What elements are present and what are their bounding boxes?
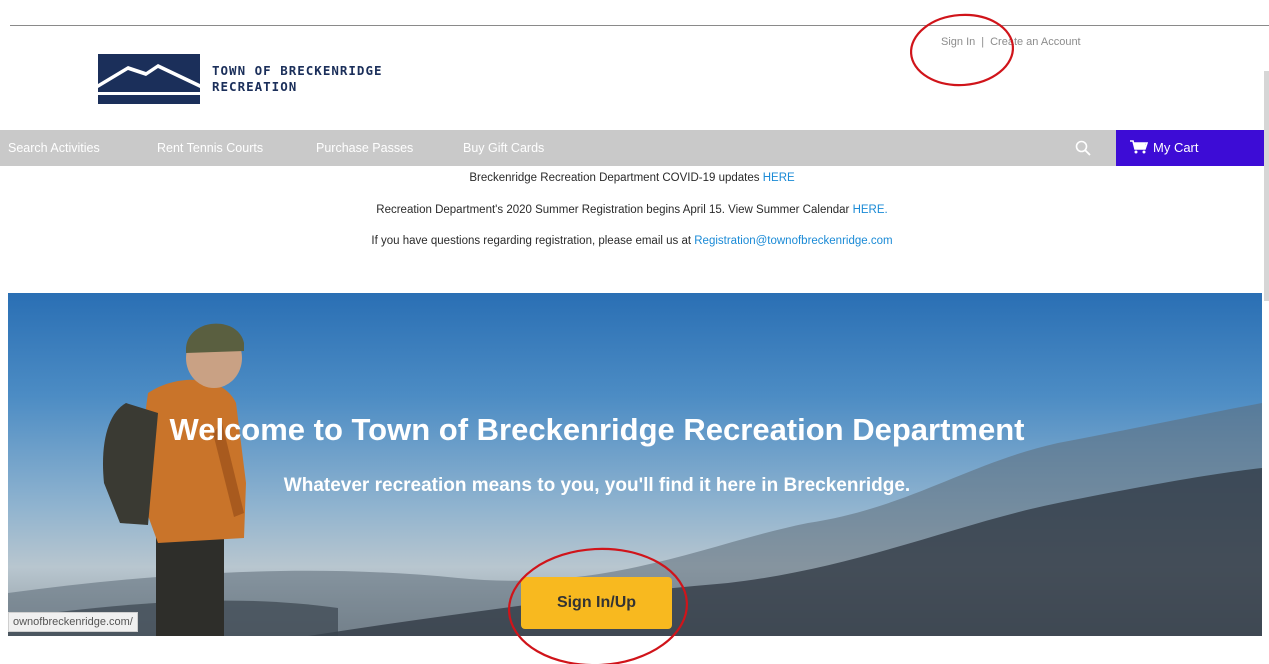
auth-separator: | [981,36,985,48]
brand-line-2: RECREATION [212,79,298,94]
nav-rent-tennis-courts[interactable]: Rent Tennis Courts [157,130,263,166]
hero-title: Welcome to Town of Breckenridge Recreati… [169,412,1025,447]
sign-in-up-button[interactable]: Sign In/Up [521,577,672,629]
brand-line-1: TOWN OF BRECKENRIDGE [212,63,383,78]
contact-notice-text: If you have questions regarding registra… [371,235,695,247]
cart-icon [1130,140,1148,154]
status-bar-url: ownofbreckenridge.com/ [8,612,138,632]
brand-logo[interactable]: TOWN OF BRECKENRIDGE RECREATION [98,54,383,104]
page-scrollbar[interactable] [1264,26,1269,636]
summer-calendar-link[interactable]: HERE. [853,204,888,216]
sign-in-link[interactable]: Sign In [941,36,975,48]
my-cart-label: My Cart [1153,140,1199,155]
search-icon[interactable] [1074,139,1092,157]
registration-notice: Recreation Department's 2020 Summer Regi… [0,204,1264,216]
create-account-link[interactable]: Create an Account [990,36,1081,48]
mountain-logo-icon [98,54,200,104]
nav-search-activities[interactable]: Search Activities [8,130,100,166]
scrollbar-thumb[interactable] [1264,71,1269,301]
covid-notice-text: Breckenridge Recreation Department COVID… [469,172,763,184]
covid-notice: Breckenridge Recreation Department COVID… [0,172,1264,184]
brand-name: TOWN OF BRECKENRIDGE RECREATION [212,63,383,95]
nav-purchase-passes[interactable]: Purchase Passes [316,130,413,166]
hero-subtitle: Whatever recreation means to you, you'll… [283,475,911,496]
my-cart-button[interactable]: My Cart [1116,130,1264,166]
sign-in-annotation-circle [909,13,1015,87]
top-divider [10,25,1269,26]
nav-buy-gift-cards[interactable]: Buy Gift Cards [463,130,544,166]
contact-notice: If you have questions regarding registra… [0,235,1264,247]
covid-updates-link[interactable]: HERE [763,172,795,184]
registration-email-link[interactable]: Registration@townofbreckenridge.com [694,235,892,247]
auth-links: Sign In | Create an Account [941,36,1081,48]
main-navigation: Search Activities Rent Tennis Courts Pur… [0,130,1264,166]
registration-notice-text: Recreation Department's 2020 Summer Regi… [376,204,853,216]
